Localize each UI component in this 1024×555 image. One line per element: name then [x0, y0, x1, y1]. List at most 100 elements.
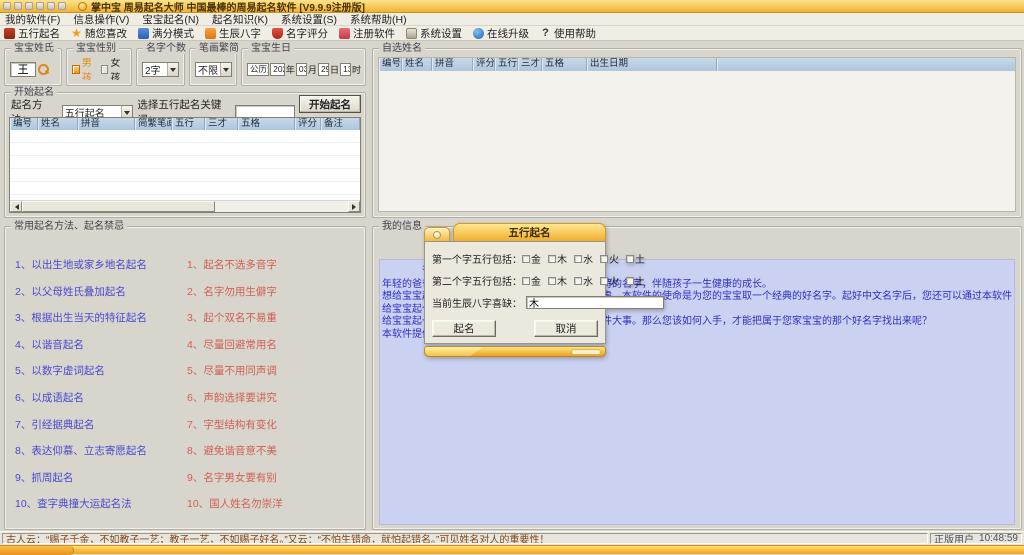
window-control-button[interactable] — [14, 2, 22, 10]
toolbar-button-name-score[interactable]: 名字评分 — [272, 26, 328, 41]
toolbar-button-favorite[interactable]: ★ 随您喜改 — [71, 26, 127, 41]
menu-item-settings[interactable]: 系统设置(S) — [281, 12, 337, 27]
name-count-select[interactable]: 2字 — [142, 62, 179, 77]
checkbox-wood[interactable]: 木 — [548, 251, 567, 266]
header-cell-birthdate[interactable]: 出生日期 — [587, 58, 717, 71]
gender-female-radio[interactable]: 女孩 — [101, 58, 128, 80]
dialog-body: 第一个字五行包括： 金 木 水 火 土 第二个字五行包括： 金 木 水 火 土 … — [424, 241, 606, 344]
surname-input[interactable] — [10, 62, 36, 77]
name-count-group: 名字个数 2字 — [136, 48, 185, 86]
checkbox-metal[interactable]: 金 — [522, 251, 541, 266]
naming-taboo-link[interactable]: 4、尽量回避常用名 — [187, 337, 277, 352]
naming-taboo-link[interactable]: 10、国人姓名勿崇洋 — [187, 496, 283, 511]
toolbar-button-help[interactable]: ? 使用帮助 — [540, 26, 596, 41]
naming-taboo-link[interactable]: 2、名字勿用生僻字 — [187, 284, 277, 299]
naming-method-link[interactable]: 1、以出生地或家乡地名起名 — [15, 257, 187, 272]
naming-taboo-link[interactable]: 3、起个双名不易重 — [187, 310, 277, 325]
toolbar-button-settings[interactable]: 系统设置 — [406, 26, 462, 41]
naming-taboo-link[interactable]: 6、声韵选择要讲究 — [187, 390, 277, 405]
gender-group: 宝宝性别 男孩 女孩 — [66, 48, 132, 86]
result-table-body[interactable] — [10, 130, 360, 200]
header-cell-number[interactable]: 编号 — [379, 58, 402, 71]
start-naming-button[interactable]: 开始起名 — [299, 95, 361, 113]
checkbox-earth[interactable]: 土 — [626, 251, 645, 266]
menu-item-software[interactable]: 我的软件(F) — [5, 12, 60, 27]
toolbar-button-bazi[interactable]: 生辰八字 — [205, 26, 261, 41]
naming-method-link[interactable]: 7、引经据典起名 — [15, 417, 187, 432]
birth-month-select[interactable]: 03 — [296, 63, 307, 76]
naming-method-link[interactable]: 9、抓周起名 — [15, 470, 187, 485]
gender-male-radio[interactable]: 男孩 — [72, 58, 99, 80]
toolbar-button-upgrade[interactable]: 在线升级 — [473, 26, 529, 41]
checkbox-earth[interactable]: 土 — [626, 273, 645, 288]
dialog-ok-button[interactable]: 起名 — [432, 320, 496, 337]
header-cell-pinyin[interactable]: 拼音 — [432, 58, 473, 71]
selected-names-list[interactable]: 编号 姓名 拼音 评分 五行 三才 五格 出生日期 — [378, 57, 1016, 212]
window-control-button[interactable] — [3, 2, 11, 10]
checkbox-metal[interactable]: 金 — [522, 273, 541, 288]
calendar-type-select[interactable]: 公历生日 — [247, 63, 269, 76]
horizontal-scrollbar[interactable] — [10, 200, 360, 212]
checkbox-water[interactable]: 水 — [574, 251, 593, 266]
checkbox-water[interactable]: 水 — [574, 273, 593, 288]
window-control-button[interactable] — [25, 2, 33, 10]
naming-taboo-link[interactable]: 7、字型结构有变化 — [187, 417, 277, 432]
naming-taboo-link[interactable]: 8、避免谐音意不美 — [187, 443, 277, 458]
window-control-button[interactable] — [47, 2, 55, 10]
checkbox-icon — [574, 277, 582, 285]
naming-method-link[interactable]: 3、根据出生当天的特征起名 — [15, 310, 187, 325]
checkbox-icon — [600, 255, 608, 263]
bazi-preference-input[interactable] — [526, 296, 664, 309]
scroll-right-arrow-icon[interactable] — [348, 201, 360, 212]
naming-taboo-link[interactable]: 1、起名不选多音字 — [187, 257, 277, 272]
register-icon — [339, 28, 350, 39]
header-cell-sancai[interactable]: 三才 — [518, 58, 542, 71]
menu-item-knowledge[interactable]: 起名知识(K) — [212, 12, 268, 27]
header-cell-score[interactable]: 评分 — [473, 58, 495, 71]
dialog-cancel-button[interactable]: 取消 — [534, 320, 598, 337]
header-cell-remark[interactable]: 备注 — [321, 118, 360, 130]
menu-item-help[interactable]: 系统帮助(H) — [350, 12, 407, 27]
naming-method-link[interactable]: 10、查字典撞大运起名法 — [15, 496, 187, 511]
birth-hour-select[interactable]: 13 — [340, 63, 351, 76]
naming-method-link[interactable]: 5、以数字虚词起名 — [15, 363, 187, 378]
window-control-button[interactable] — [58, 2, 66, 10]
scroll-left-arrow-icon[interactable] — [10, 201, 22, 212]
header-cell-pinyin[interactable]: 拼音 — [78, 118, 135, 130]
dialog-system-button[interactable] — [433, 231, 441, 239]
birth-day-select[interactable]: 29 — [318, 63, 329, 76]
scrollbar-thumb[interactable] — [22, 201, 215, 212]
toolbar-button-five-elements[interactable]: 五行起名 — [4, 26, 60, 41]
header-cell-wuxing[interactable]: 五行 — [172, 118, 205, 130]
dialog-titlebar[interactable]: 五行起名 — [424, 223, 606, 241]
checkbox-wood[interactable]: 木 — [548, 273, 567, 288]
naming-method-link[interactable]: 8、表达仰慕、立志寄愿起名 — [15, 443, 187, 458]
naming-method-link[interactable]: 4、以谐音起名 — [15, 337, 187, 352]
toolbar-button-full-score-mode[interactable]: 满分模式 — [138, 26, 194, 41]
checkbox-fire[interactable]: 火 — [600, 273, 619, 288]
strokes-select[interactable]: 不限 — [195, 62, 232, 77]
header-cell-wuge[interactable]: 五格 — [542, 58, 587, 71]
header-cell-name[interactable]: 姓名 — [38, 118, 78, 130]
menu-item-info[interactable]: 信息操作(V) — [73, 12, 129, 27]
header-cell-name[interactable]: 姓名 — [402, 58, 432, 71]
header-cell-strokes[interactable]: 简繁笔画 — [135, 118, 172, 130]
naming-method-link[interactable]: 2、以父母姓氏叠加起名 — [15, 284, 187, 299]
resize-grip[interactable] — [571, 349, 601, 355]
header-cell-wuge[interactable]: 五格 — [238, 118, 295, 130]
header-cell-score[interactable]: 评分 — [295, 118, 321, 130]
header-cell-wuxing[interactable]: 五行 — [495, 58, 518, 71]
search-icon[interactable] — [38, 64, 49, 75]
header-cell-sancai[interactable]: 三才 — [205, 118, 238, 130]
birth-year-select[interactable]: 2020 — [270, 63, 285, 76]
tip-row: 7、引经据典起名 7、字型结构有变化 — [15, 417, 359, 444]
window-control-button[interactable] — [36, 2, 44, 10]
naming-taboo-link[interactable]: 5、尽量不用同声调 — [187, 363, 277, 378]
checkbox-fire[interactable]: 火 — [600, 251, 619, 266]
header-cell-number[interactable]: 编号 — [10, 118, 38, 130]
strokes-value: 不限 — [196, 62, 218, 77]
naming-taboo-link[interactable]: 9、名字男女要有别 — [187, 470, 277, 485]
toolbar-button-register[interactable]: 注册软件 — [339, 26, 395, 41]
menu-item-naming[interactable]: 宝宝起名(N) — [142, 12, 199, 27]
naming-method-link[interactable]: 6、以成语起名 — [15, 390, 187, 405]
